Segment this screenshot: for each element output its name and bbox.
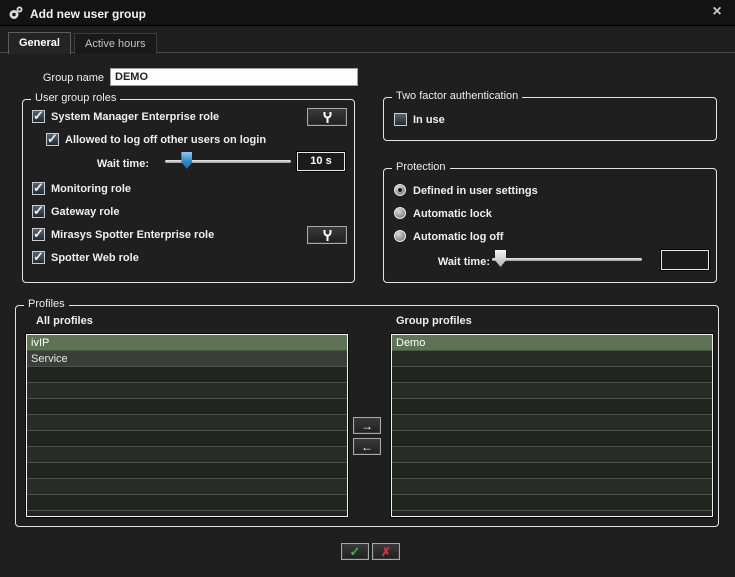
list-item[interactable]: ivIP xyxy=(27,335,347,351)
slider-thumb[interactable] xyxy=(495,250,506,267)
group-profiles-label: Group profiles xyxy=(396,315,472,327)
roles-wait-time-label: Wait time: xyxy=(31,158,149,170)
automatic-lock-radio[interactable] xyxy=(394,207,406,219)
gateway-role-label: Gateway role xyxy=(51,206,119,218)
two-factor-title: Two factor authentication xyxy=(392,90,522,102)
system-manager-settings-button[interactable] xyxy=(307,108,347,126)
monitoring-role-checkbox[interactable] xyxy=(32,182,45,195)
protection-wait-time-label: Wait time: xyxy=(394,256,490,268)
profiles-title: Profiles xyxy=(24,298,69,310)
list-item[interactable] xyxy=(27,463,347,479)
list-item[interactable] xyxy=(27,431,347,447)
protection-title: Protection xyxy=(392,161,450,173)
roles-wait-time-value[interactable]: 10 s xyxy=(297,152,345,171)
cancel-button[interactable]: ✗ xyxy=(372,543,400,560)
all-profiles-label: All profiles xyxy=(36,315,93,327)
title-bar: Add new user group × xyxy=(0,0,735,26)
automatic-lock-label: Automatic lock xyxy=(413,208,492,220)
mirasys-spotter-role-checkbox[interactable] xyxy=(32,228,45,241)
group-name-input[interactable] xyxy=(110,68,358,86)
allow-logoff-checkbox[interactable] xyxy=(46,133,59,146)
list-item[interactable] xyxy=(27,479,347,495)
protection-wait-time-slider xyxy=(492,250,642,268)
list-item[interactable] xyxy=(27,415,347,431)
list-item[interactable] xyxy=(392,415,712,431)
spotter-web-role-checkbox[interactable] xyxy=(32,251,45,264)
arrow-right-icon: → xyxy=(361,419,373,433)
list-item[interactable] xyxy=(27,399,347,415)
close-icon[interactable]: × xyxy=(709,4,725,20)
slider-track[interactable] xyxy=(492,258,642,261)
tab-general[interactable]: General xyxy=(8,32,71,54)
list-item[interactable]: Service xyxy=(27,351,347,367)
allow-logoff-label: Allowed to log off other users on login xyxy=(65,134,266,146)
defined-in-user-settings-radio[interactable] xyxy=(394,184,406,196)
list-item[interactable] xyxy=(392,495,712,511)
list-item[interactable]: Demo xyxy=(392,335,712,351)
automatic-logoff-label: Automatic log off xyxy=(413,231,503,243)
list-item[interactable] xyxy=(392,351,712,367)
list-item[interactable] xyxy=(392,367,712,383)
in-use-checkbox[interactable] xyxy=(394,113,407,126)
x-icon: ✗ xyxy=(381,545,391,559)
mirasys-spotter-settings-button[interactable] xyxy=(307,226,347,244)
mirasys-spotter-role-label: Mirasys Spotter Enterprise role xyxy=(51,229,214,241)
list-item[interactable] xyxy=(27,367,347,383)
profiles-groupbox: Profiles All profiles ivIPService → ← Gr… xyxy=(15,305,719,527)
arrow-left-icon: ← xyxy=(361,440,373,454)
list-item[interactable] xyxy=(392,399,712,415)
system-manager-role-checkbox[interactable] xyxy=(32,110,45,123)
protection-wait-time-value[interactable] xyxy=(661,250,709,270)
slider-thumb[interactable] xyxy=(181,152,192,169)
wrench-icon xyxy=(322,111,333,124)
automatic-logoff-radio[interactable] xyxy=(394,230,406,242)
list-item[interactable] xyxy=(27,447,347,463)
protection-groupbox: Protection Defined in user settings Auto… xyxy=(383,168,717,283)
list-item[interactable] xyxy=(27,495,347,511)
list-item[interactable] xyxy=(392,383,712,399)
checkmark-icon: ✓ xyxy=(350,544,361,560)
ok-button[interactable]: ✓ xyxy=(341,543,369,560)
monitoring-role-label: Monitoring role xyxy=(51,183,131,195)
defined-in-user-settings-label: Defined in user settings xyxy=(413,185,538,197)
list-item[interactable] xyxy=(392,447,712,463)
list-item[interactable] xyxy=(27,383,347,399)
group-profiles-list[interactable]: Demo xyxy=(391,334,713,517)
wrench-icon xyxy=(322,229,333,242)
tab-active-hours[interactable]: Active hours xyxy=(74,33,157,54)
user-group-gear-icon xyxy=(8,5,24,21)
user-group-roles-title: User group roles xyxy=(31,92,120,104)
list-item[interactable] xyxy=(392,463,712,479)
in-use-label: In use xyxy=(413,114,445,126)
roles-wait-time-slider xyxy=(165,152,291,170)
move-right-button[interactable]: → xyxy=(353,417,381,434)
all-profiles-list[interactable]: ivIPService xyxy=(26,334,348,517)
add-new-user-group-dialog: { "window": { "title": "Add new user gro… xyxy=(0,0,735,577)
list-item[interactable] xyxy=(392,479,712,495)
two-factor-groupbox: Two factor authentication In use xyxy=(383,97,717,141)
group-name-label: Group name xyxy=(20,72,104,84)
system-manager-role-label: System Manager Enterprise role xyxy=(51,111,219,123)
tab-strip: General Active hours xyxy=(0,26,735,53)
move-left-button[interactable]: ← xyxy=(353,438,381,455)
user-group-roles-groupbox: User group roles System Manager Enterpri… xyxy=(22,99,355,283)
gateway-role-checkbox[interactable] xyxy=(32,205,45,218)
list-item[interactable] xyxy=(392,431,712,447)
spotter-web-role-label: Spotter Web role xyxy=(51,252,139,264)
window-title: Add new user group xyxy=(30,7,146,21)
